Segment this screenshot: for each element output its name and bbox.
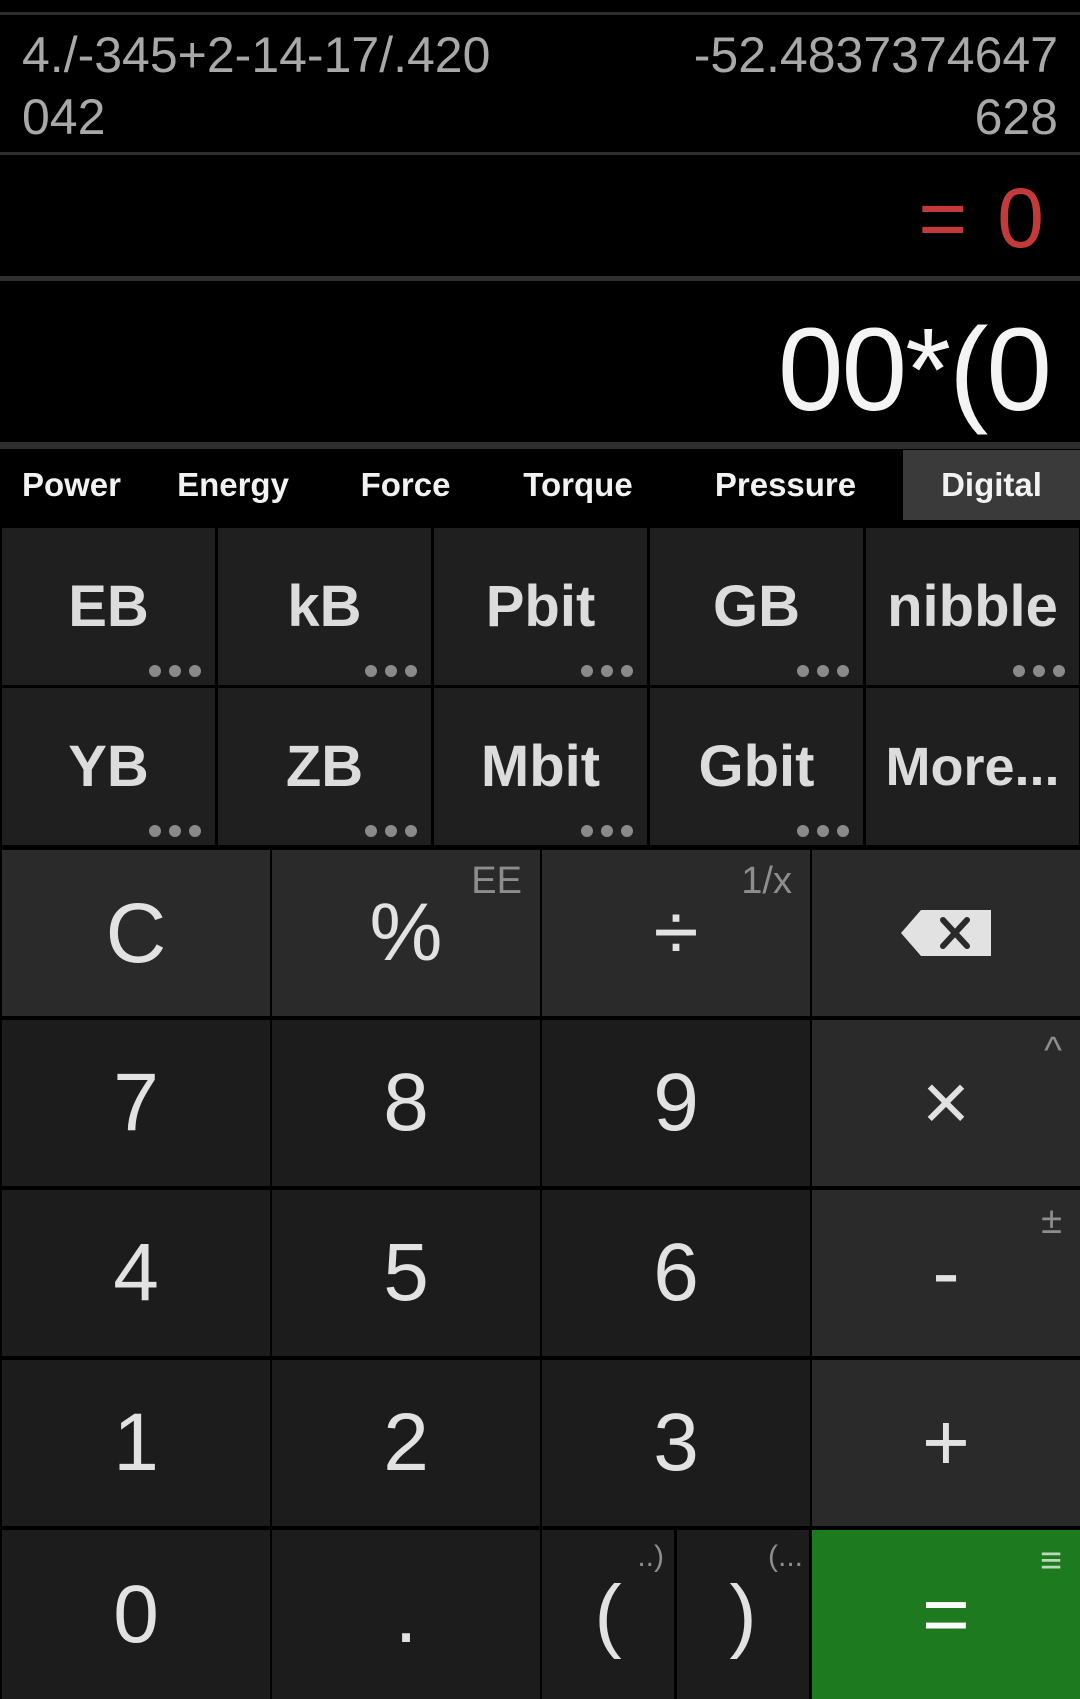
digit-4-button[interactable]: 4 <box>2 1190 270 1356</box>
digit-1-button[interactable]: 1 <box>2 1360 270 1526</box>
unit-label: YB <box>68 734 149 799</box>
digit-label: 2 <box>383 1397 429 1488</box>
unit-category-tabs: Power Energy Force Torque Pressure Digit… <box>0 450 1080 520</box>
tab-digital[interactable]: Digital <box>903 450 1080 520</box>
close-paren-label: ) <box>729 1568 757 1660</box>
unit-label: More... <box>885 736 1060 797</box>
divider <box>0 152 1080 155</box>
equals-sign: = <box>918 170 968 265</box>
unit-label: GB <box>713 574 800 639</box>
tab-torque[interactable]: Torque <box>488 450 668 520</box>
multiply-button[interactable]: × ^ <box>812 1020 1080 1186</box>
unit-label: nibble <box>887 574 1058 639</box>
unit-button[interactable]: EB <box>2 528 215 685</box>
close-paren-button[interactable]: ) (... <box>677 1530 809 1699</box>
digit-label: 5 <box>383 1227 429 1318</box>
unit-button[interactable]: GB <box>650 528 863 685</box>
digit-7-button[interactable]: 7 <box>2 1020 270 1186</box>
unit-label: Mbit <box>480 734 601 799</box>
current-result: = 0 <box>918 168 1044 268</box>
reciprocal-label: 1/x <box>741 860 792 902</box>
percent-button[interactable]: % EE <box>272 850 540 1016</box>
clear-button[interactable]: C <box>2 850 270 1016</box>
digit-2-button[interactable]: 2 <box>272 1360 540 1526</box>
divide-button[interactable]: ÷ 1/x <box>542 850 810 1016</box>
unit-button[interactable]: nibble <box>866 528 1079 685</box>
more-options-icon <box>365 665 417 677</box>
more-options-icon <box>581 825 633 837</box>
unit-button[interactable]: YB <box>2 688 215 845</box>
digit-3-button[interactable]: 3 <box>542 1360 810 1526</box>
expression-input[interactable]: 00*(0 <box>778 300 1052 440</box>
digit-0-button[interactable]: 0 <box>2 1530 270 1699</box>
percent-label: % <box>369 887 443 978</box>
digit-5-button[interactable]: 5 <box>272 1190 540 1356</box>
minus-button[interactable]: - ± <box>812 1190 1080 1356</box>
digit-label: 7 <box>113 1057 159 1148</box>
unit-label: EB <box>68 574 149 639</box>
digit-label: 8 <box>383 1057 429 1148</box>
digit-label: 3 <box>653 1397 699 1488</box>
digit-8-button[interactable]: 8 <box>272 1020 540 1186</box>
digit-label: 9 <box>653 1057 699 1148</box>
plus-button[interactable]: + <box>812 1360 1080 1526</box>
divider <box>0 12 1080 15</box>
multiply-label: × <box>922 1057 970 1148</box>
more-options-icon <box>797 665 849 677</box>
digit-label: 4 <box>113 1227 159 1318</box>
clear-label: C <box>105 885 167 980</box>
digit-label: 6 <box>653 1227 699 1318</box>
tab-force[interactable]: Force <box>323 450 488 520</box>
divider <box>0 276 1080 281</box>
tab-pressure[interactable]: Pressure <box>668 450 903 520</box>
more-options-icon <box>1013 665 1065 677</box>
result-value: 0 <box>997 170 1044 265</box>
plus-minus-label: ± <box>1041 1200 1062 1242</box>
tab-power[interactable]: Power <box>0 450 143 520</box>
more-options-icon <box>149 665 201 677</box>
more-options-icon <box>149 825 201 837</box>
digit-6-button[interactable]: 6 <box>542 1190 810 1356</box>
menu-icon: ≡ <box>1039 1540 1062 1582</box>
unit-button[interactable]: Gbit <box>650 688 863 845</box>
unit-label: Gbit <box>698 734 815 799</box>
backspace-icon <box>901 910 991 956</box>
open-paren-hint: ..) <box>637 1540 664 1573</box>
plus-label: + <box>922 1397 970 1488</box>
digit-label: 1 <box>113 1397 159 1488</box>
unit-button[interactable]: Mbit <box>434 688 647 845</box>
unit-label: Pbit <box>485 574 596 639</box>
power-label: ^ <box>1044 1030 1062 1072</box>
more-options-icon <box>581 665 633 677</box>
more-options-icon <box>797 825 849 837</box>
more-units-button[interactable]: More... <box>866 688 1079 845</box>
unit-button[interactable]: ZB <box>218 688 431 845</box>
tab-energy[interactable]: Energy <box>143 450 323 520</box>
history-result[interactable]: -52.4837374647 628 <box>618 24 1058 148</box>
unit-label: kB <box>287 574 362 639</box>
decimal-label: . <box>394 1568 418 1660</box>
unit-button[interactable]: kB <box>218 528 431 685</box>
close-paren-hint: (... <box>768 1540 803 1573</box>
digit-label: 0 <box>113 1568 159 1660</box>
backspace-button[interactable] <box>812 850 1080 1016</box>
minus-label: - <box>932 1227 960 1318</box>
open-paren-label: ( <box>594 1568 622 1660</box>
history-expression[interactable]: 4./-345+2-14-17/.420 042 <box>22 24 542 148</box>
decimal-point-button[interactable]: . <box>272 1530 540 1699</box>
ee-label: EE <box>471 860 522 902</box>
equals-label: = <box>922 1568 970 1660</box>
divide-label: ÷ <box>653 887 699 978</box>
digit-9-button[interactable]: 9 <box>542 1020 810 1186</box>
divider <box>0 442 1080 449</box>
more-options-icon <box>365 825 417 837</box>
unit-button[interactable]: Pbit <box>434 528 647 685</box>
open-paren-button[interactable]: (..) <box>542 1530 674 1699</box>
unit-label: ZB <box>285 734 364 799</box>
equals-button[interactable]: = ≡ <box>812 1530 1080 1699</box>
